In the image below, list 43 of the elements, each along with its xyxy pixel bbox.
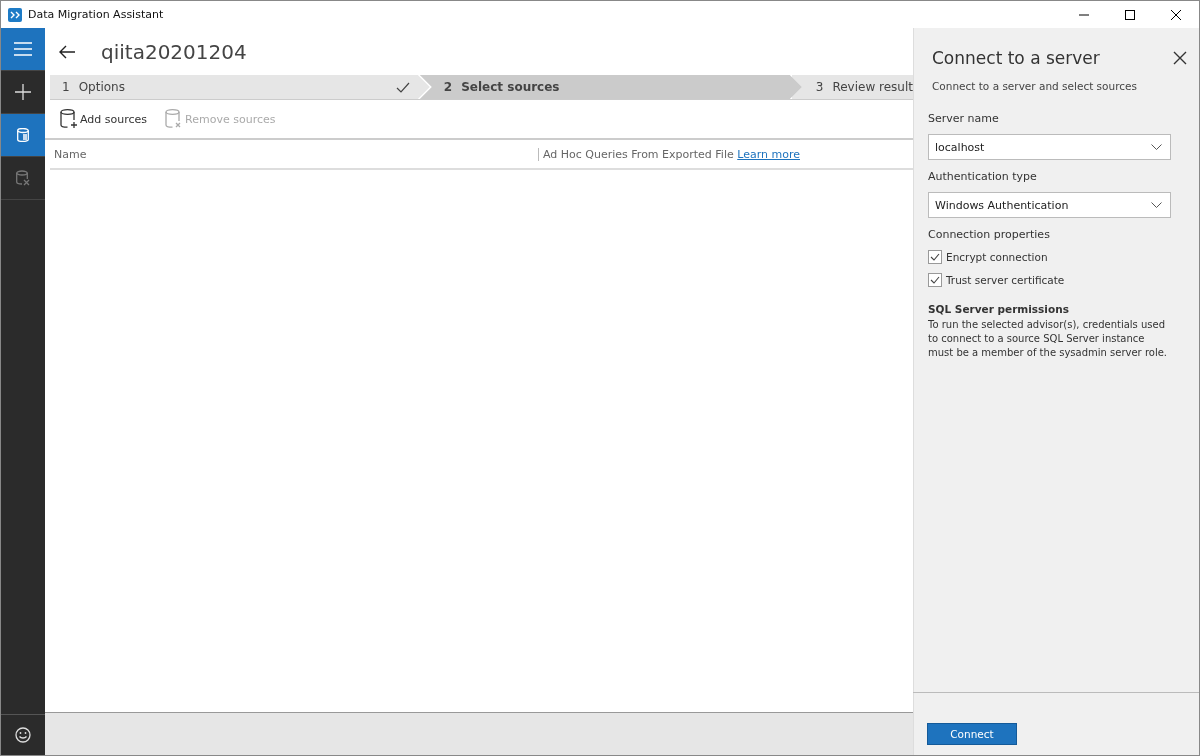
- window-title: Data Migration Assistant: [28, 8, 165, 21]
- connect-button[interactable]: Connect: [927, 723, 1017, 745]
- database-remove-icon: [16, 170, 30, 186]
- menu-icon: [14, 42, 32, 56]
- wizard-step[interactable]: 2 Select sources: [419, 75, 802, 99]
- field-label: Server name: [928, 112, 1000, 125]
- plus-icon: [15, 84, 31, 100]
- panel-title: Connect to a server: [932, 48, 1100, 68]
- nav-button[interactable]: [1, 28, 45, 71]
- database-icon: [17, 128, 29, 142]
- permissions-text: To run the selected advisor(s), credentials used to connect to a source SQL Server instance must be a member of the sysadmin server role.: [928, 318, 1168, 360]
- app-logo-icon: [8, 7, 22, 22]
- dropdown-field[interactable]: localhost: [928, 134, 1171, 160]
- learn-more-link[interactable]: Learn more: [737, 147, 800, 161]
- checkbox[interactable]: [928, 273, 942, 287]
- column-header: Name: [53, 147, 88, 161]
- step-label: Select sources: [461, 80, 561, 94]
- close-button[interactable]: [1173, 51, 1187, 65]
- field-label: Authentication type: [928, 170, 1038, 183]
- wizard-step[interactable]: 1 Options: [50, 75, 430, 99]
- caret-icon: [1151, 202, 1162, 208]
- project-title: qiita20201204: [101, 39, 247, 64]
- maximize-icon: [1125, 9, 1135, 20]
- section-label: Connection properties: [928, 228, 1051, 241]
- checkbox-label: Encrypt connection: [946, 251, 1048, 263]
- nav-button[interactable]: [1, 114, 45, 157]
- checkbox[interactable]: [928, 250, 942, 264]
- permissions-title: SQL Server permissions: [928, 303, 1070, 315]
- step-label: Options: [78, 80, 126, 94]
- checkbox-label: Trust server certificate: [946, 274, 1065, 286]
- step-number: 1: [62, 80, 70, 94]
- close-icon: [1171, 9, 1181, 20]
- step-label: Review result: [832, 80, 913, 94]
- wizard-step[interactable]: 3 Review result: [791, 75, 913, 99]
- step-number: 3: [815, 80, 824, 94]
- step-number: 2: [443, 80, 453, 94]
- caret-icon: [1151, 144, 1162, 150]
- dropdown-field[interactable]: Windows Authentication: [928, 192, 1171, 218]
- smiley-icon: [15, 727, 31, 743]
- add-sources-button[interactable]: Add sources: [60, 109, 148, 129]
- panel-subtitle: Connect to a server and select sources: [931, 79, 1138, 92]
- check-icon: [395, 81, 410, 93]
- database-add-icon: [60, 109, 78, 129]
